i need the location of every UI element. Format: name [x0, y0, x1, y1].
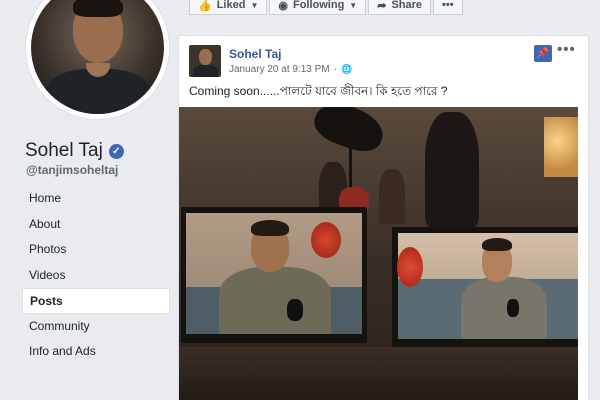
nav-item-posts[interactable]: Posts [22, 288, 170, 314]
post-author-avatar[interactable] [189, 45, 221, 77]
liked-label: Liked [216, 0, 246, 11]
chevron-down-icon: ▼ [349, 0, 358, 10]
profile-handle[interactable]: @tanjimsoheltaj [26, 163, 118, 177]
post-photo[interactable] [179, 107, 578, 400]
post-text: Coming soon......পালটে যাবে জীবন। কি হতে… [189, 84, 448, 98]
nav-item-community[interactable]: Community [22, 314, 170, 340]
share-label: Share [391, 0, 423, 11]
post-meta: January 20 at 9:13 PM · 🌐 [229, 64, 352, 75]
post-card: Sohel Taj January 20 at 9:13 PM · 🌐 📌 ••… [178, 35, 589, 400]
avatar [31, 0, 164, 114]
globe-icon: 🌐 [340, 64, 353, 74]
profile-picture[interactable] [25, 0, 170, 120]
nav-item-videos[interactable]: Videos [22, 263, 170, 289]
profile-sidebar: Sohel Taj ✓ @tanjimsoheltaj Home About P… [0, 0, 178, 400]
post-more-icon[interactable]: ••• [557, 41, 576, 58]
nav-item-home[interactable]: Home [22, 186, 170, 212]
thumbs-up-icon: 👍 [198, 0, 212, 12]
liked-button[interactable]: 👍 Liked ▼ [189, 0, 268, 15]
nav-item-about[interactable]: About [22, 212, 170, 238]
share-button[interactable]: ➦ Share [368, 0, 432, 15]
following-label: Following [292, 0, 345, 11]
more-options-button[interactable]: ••• [433, 0, 463, 15]
share-arrow-icon: ➦ [377, 0, 387, 12]
page-nav: Home About Photos Videos Posts Community… [22, 186, 170, 365]
nav-item-info-and-ads[interactable]: Info and Ads [22, 339, 170, 365]
nav-item-photos[interactable]: Photos [22, 237, 170, 263]
post-author-name[interactable]: Sohel Taj [229, 47, 281, 61]
verified-check-icon: ✓ [108, 143, 124, 159]
post-timestamp[interactable]: January 20 at 9:13 PM [229, 64, 330, 75]
more-icon: ••• [442, 0, 454, 11]
pin-icon[interactable]: 📌 [534, 45, 552, 62]
chevron-down-icon: ▼ [250, 0, 259, 10]
following-button[interactable]: ◉ Following ▼ [269, 0, 367, 15]
meta-separator: · [333, 64, 337, 75]
profile-name[interactable]: Sohel Taj [25, 140, 103, 162]
page-action-bar: 👍 Liked ▼ ◉ Following ▼ ➦ Share ••• [189, 0, 463, 15]
page-title[interactable]: Sohel Taj ✓ [25, 140, 124, 162]
rss-icon: ◉ [278, 0, 288, 12]
